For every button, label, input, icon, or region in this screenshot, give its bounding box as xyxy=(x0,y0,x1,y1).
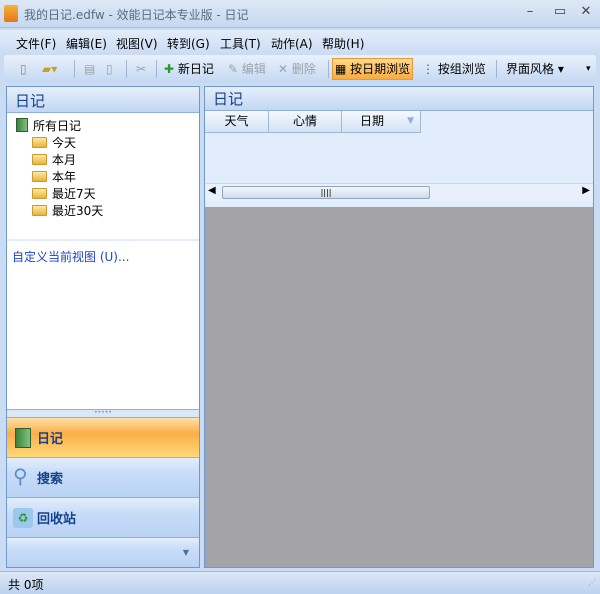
left-panel-title: 日记 xyxy=(7,87,199,113)
browse-by-group-button[interactable]: ⋮ 按组浏览 xyxy=(420,59,488,79)
tree-item-label: 最近7天 xyxy=(52,187,96,201)
plus-icon: ✚ xyxy=(164,62,175,76)
browse-by-date-label: 按日期浏览 xyxy=(350,62,411,76)
item-count: 共 0项 xyxy=(8,578,44,592)
sort-desc-icon: ▼ xyxy=(407,116,414,126)
column-mood[interactable]: 心情 xyxy=(269,111,342,133)
tree-icon: ⋮ xyxy=(422,62,434,76)
delete-button[interactable]: ✕ 删除 xyxy=(276,59,318,79)
nav-recycle-label: 回收站 xyxy=(37,512,77,527)
tree-item-label: 今天 xyxy=(52,136,77,150)
splitter-handle[interactable]: ••••• xyxy=(7,409,199,417)
edit-label: 编辑 xyxy=(241,62,266,76)
delete-label: 删除 xyxy=(291,62,316,76)
title-bar: 我的日记.edfw - 效能日记本专业版 - 日记 – ▭ ✕ xyxy=(0,0,600,28)
tree-root-label: 所有日记 xyxy=(33,119,82,133)
chevron-down-icon[interactable]: ▼ xyxy=(183,548,189,557)
menu-tools[interactable]: 工具(T) xyxy=(220,35,261,52)
scroll-right-icon[interactable]: ▶ xyxy=(582,185,590,196)
maximize-button[interactable]: ▭ xyxy=(550,4,570,22)
toolbar: ▯ ▰▾ ▤ ▯ ✂ ✚ 新日记 ✎ 编辑 ✕ 删除 ▦ 按日期浏览 ⋮ 按组浏… xyxy=(4,55,596,83)
browse-by-group-label: 按组浏览 xyxy=(437,62,486,76)
status-bar: 共 0项 ⋰ xyxy=(0,571,600,594)
column-date-label: 日期 xyxy=(360,114,385,128)
open-folder-icon[interactable]: ▰▾ xyxy=(40,59,59,79)
nav-diary-label: 日记 xyxy=(37,432,64,447)
nav-search-label: 搜索 xyxy=(37,472,64,487)
scroll-left-icon[interactable]: ◀ xyxy=(208,185,216,196)
horizontal-scrollbar[interactable]: ◀ |||| ▶ xyxy=(205,183,593,201)
menu-edit[interactable]: 编辑(E) xyxy=(66,35,107,52)
tree-item-year[interactable]: 本年 xyxy=(10,169,103,186)
menu-file[interactable]: 文件(F) xyxy=(16,35,56,52)
print-icon[interactable]: ▤ xyxy=(82,59,97,79)
folder-icon xyxy=(32,171,47,182)
new-diary-button[interactable]: ✚ 新日记 xyxy=(162,59,216,79)
nav-recycle[interactable]: ♻ 回收站 xyxy=(7,497,199,537)
diary-tree: 所有日记 今天 本月 本年 最近7天 最近30天 xyxy=(10,118,103,220)
resize-grip-icon[interactable]: ⋰ xyxy=(588,578,596,587)
tree-root[interactable]: 所有日记 xyxy=(10,118,103,135)
print-preview-icon[interactable]: ▯ xyxy=(104,59,115,79)
close-button[interactable]: ✕ xyxy=(576,4,596,22)
theme-label: 界面风格 xyxy=(506,62,555,76)
right-panel-title: 日记 xyxy=(205,87,593,111)
minimize-button[interactable]: – xyxy=(520,4,540,22)
tree-item-month[interactable]: 本月 xyxy=(10,152,103,169)
column-date[interactable]: 日期 ▼ xyxy=(342,111,421,133)
browse-by-date-button[interactable]: ▦ 按日期浏览 xyxy=(332,58,414,80)
recycle-bin-icon: ♻ xyxy=(13,508,33,528)
diary-book-icon xyxy=(16,118,28,132)
menu-goto[interactable]: 转到(G) xyxy=(167,35,210,52)
theme-dropdown[interactable]: 界面风格 ▾ xyxy=(504,59,566,79)
column-weather[interactable]: 天气 xyxy=(205,111,269,133)
menu-help[interactable]: 帮助(H) xyxy=(322,35,364,52)
new-diary-label: 新日记 xyxy=(177,62,214,76)
pencil-icon: ✎ xyxy=(228,62,239,76)
folder-icon xyxy=(32,137,47,148)
window-title: 我的日记.edfw - 效能日记本专业版 - 日记 xyxy=(24,8,249,22)
scroll-thumb[interactable]: |||| xyxy=(222,186,430,199)
tree-item-label: 本年 xyxy=(52,170,77,184)
folder-icon xyxy=(32,205,47,216)
nav-overflow[interactable]: ▼ xyxy=(7,537,199,567)
tree-item-label: 最近30天 xyxy=(52,204,104,218)
cut-icon[interactable]: ✂ xyxy=(134,59,148,79)
tree-item-label: 本月 xyxy=(52,153,77,167)
tree-item-7days[interactable]: 最近7天 xyxy=(10,186,103,203)
nav-diary[interactable]: 日记 xyxy=(7,417,199,457)
right-panel: 日记 天气 心情 日期 ▼ ◀ |||| ▶ xyxy=(204,86,594,568)
edit-button[interactable]: ✎ 编辑 xyxy=(226,59,268,79)
menu-action[interactable]: 动作(A) xyxy=(271,35,313,52)
menu-view[interactable]: 视图(V) xyxy=(116,35,158,52)
customize-view-link[interactable]: 自定义当前视图 (U)... xyxy=(12,248,129,265)
menu-bar: 文件(F) 编辑(E) 视图(V) 转到(G) 工具(T) 动作(A) 帮助(H… xyxy=(0,30,600,54)
toolbar-overflow-icon[interactable]: ▾ xyxy=(584,59,593,79)
tree-item-30days[interactable]: 最近30天 xyxy=(10,203,103,220)
diary-book-icon xyxy=(15,428,31,448)
nav-search[interactable]: ⚲ 搜索 xyxy=(7,457,199,497)
app-icon xyxy=(4,5,18,22)
calendar-icon: ▦ xyxy=(335,62,347,76)
folder-icon xyxy=(32,188,47,199)
new-file-icon[interactable]: ▯ xyxy=(18,59,29,79)
folder-icon xyxy=(32,154,47,165)
delete-icon: ✕ xyxy=(278,62,289,76)
tree-item-today[interactable]: 今天 xyxy=(10,135,103,152)
magnifier-icon: ⚲ xyxy=(13,464,28,488)
